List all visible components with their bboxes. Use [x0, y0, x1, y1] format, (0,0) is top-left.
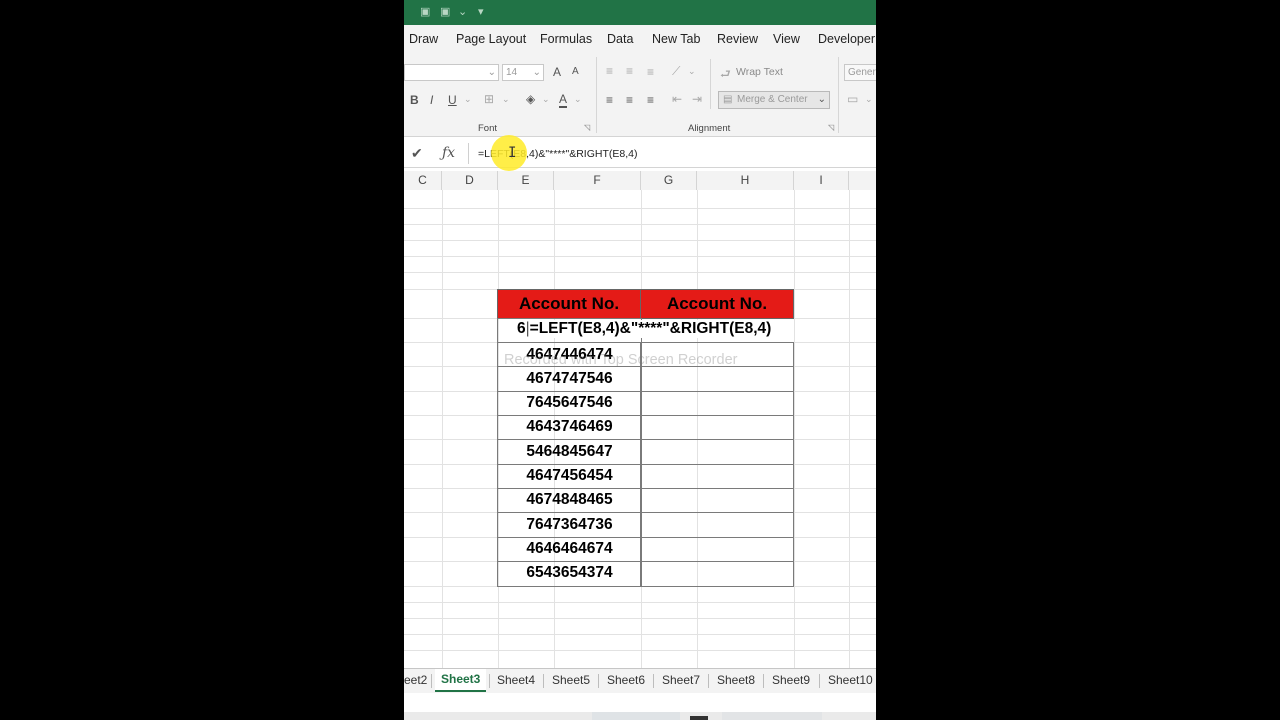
account-cell[interactable]: 7647364736	[498, 513, 641, 537]
number-format-select[interactable]: Genera	[844, 64, 876, 81]
sheet-tabs: eet2 Sheet3 Sheet4 Sheet5 Sheet6 Sheet7 …	[404, 668, 876, 694]
sheet-tab-sheet3[interactable]: Sheet3	[435, 669, 487, 692]
chevron-down-icon[interactable]: ⌄	[574, 94, 582, 105]
font-size-value: 14	[506, 67, 518, 78]
cell-grid[interactable]: Account No. Account No. 6|=LEFT(E8,4)&"*…	[404, 190, 876, 668]
align-right-icon[interactable]: ≡	[647, 93, 654, 107]
fill-color-icon[interactable]: ◈	[526, 92, 535, 106]
align-bottom-icon[interactable]: ≡	[647, 65, 654, 79]
currency-icon[interactable]: ▭	[847, 92, 858, 106]
header-cell-account-no-h[interactable]: Account No.	[640, 289, 794, 319]
align-top-icon[interactable]: ≡	[606, 64, 613, 78]
sheet-tab-sheet9[interactable]: Sheet9	[772, 673, 810, 687]
chevron-down-icon[interactable]: ⌄	[542, 94, 550, 105]
merge-center-button[interactable]: ▤ Merge & Center ⌄	[718, 91, 830, 109]
chevron-down-icon[interactable]: ⌄	[502, 94, 510, 105]
recorder-watermark: Recorded with Top Screen Recorder	[504, 352, 738, 368]
underline-button[interactable]: U	[448, 93, 457, 107]
chevron-down-icon[interactable]: ⌄	[688, 66, 696, 77]
wrap-text-button[interactable]: Wrap Text	[736, 66, 783, 78]
account-cell[interactable]: 4674848465	[498, 488, 641, 512]
taskbar-strip	[404, 712, 876, 720]
column-header-e[interactable]: E	[498, 171, 554, 190]
column-header-h[interactable]: H	[697, 171, 794, 190]
font-group-label: Font	[478, 123, 498, 134]
tab-review[interactable]: Review	[717, 32, 758, 46]
sheet-tab-sheet7[interactable]: Sheet7	[662, 673, 700, 687]
wrap-text-icon[interactable]: ⮐	[720, 65, 731, 86]
ribbon: ⌄ 14 ⌄ A A B I U ⌄ ⊞ ⌄ ◈ ⌄ A ⌄ Font ◹ ≡ ≡…	[404, 53, 876, 137]
tab-formulas[interactable]: Formulas	[540, 32, 592, 46]
column-header-g[interactable]: G	[641, 171, 697, 190]
tab-view[interactable]: View	[773, 32, 800, 46]
account-cell[interactable]: 5464845647	[498, 440, 641, 464]
account-cell[interactable]: 4646464674	[498, 537, 641, 561]
chevron-down-icon: ⌄	[817, 94, 826, 105]
account-cell[interactable]: 4674747546	[498, 367, 641, 391]
enter-check-icon[interactable]: ✔	[411, 145, 423, 162]
cell-edit-prefix: 6	[517, 320, 526, 337]
excel-window: ▣ ▣ ⌄ ▾ Draw Page Layout Formulas Data N…	[404, 0, 876, 720]
font-name-select[interactable]: ⌄	[404, 64, 499, 81]
align-center-icon[interactable]: ≡	[626, 93, 633, 107]
decrease-indent-icon[interactable]: ⇤	[672, 92, 682, 106]
sheet-tab-sheet2[interactable]: eet2	[404, 673, 427, 687]
chevron-down-icon[interactable]: ⌄	[865, 94, 873, 105]
column-header-i[interactable]: I	[794, 171, 849, 190]
align-middle-icon[interactable]: ≡	[626, 64, 633, 78]
account-cell[interactable]: 7645647546	[498, 391, 641, 415]
account-cell[interactable]: 4643746469	[498, 415, 641, 439]
borders-icon[interactable]: ⊞	[484, 92, 494, 106]
grow-font-icon[interactable]: A	[553, 65, 561, 79]
sheet-tab-sheet5[interactable]: Sheet5	[552, 673, 590, 687]
cell-edit-input[interactable]: 6|=LEFT(E8,4)&"****"&RIGHT(E8,4)	[517, 320, 772, 338]
italic-button[interactable]: I	[430, 93, 433, 107]
align-left-icon[interactable]: ≡	[606, 93, 613, 107]
customize-toolbar-icon[interactable]: ▾	[478, 5, 484, 18]
insert-function-icon[interactable]: ƒx	[442, 145, 455, 161]
group-divider	[596, 57, 597, 133]
column-header-f[interactable]: F	[554, 171, 641, 190]
tab-data[interactable]: Data	[607, 32, 633, 46]
merge-icon: ▤	[723, 94, 733, 105]
chevron-down-icon[interactable]: ⌄	[458, 5, 467, 18]
save-icon[interactable]: ▣	[420, 5, 430, 18]
formula-bar: ✔ ƒx =LEFT(E8,4)&"****"&RIGHT(E8,4)	[404, 140, 876, 168]
tab-developer[interactable]: Developer	[818, 32, 875, 46]
bold-button[interactable]: B	[410, 93, 419, 107]
sheet-tab-sheet6[interactable]: Sheet6	[607, 673, 645, 687]
text-cursor-icon: I	[508, 145, 517, 161]
cell-edit-formula: =LEFT(E8,4)&"****"&RIGHT(E8,4)	[529, 320, 772, 337]
sheet-tab-sheet10[interactable]: Sheet10	[828, 673, 873, 687]
column-header-d[interactable]: D	[442, 171, 498, 190]
divider	[710, 59, 711, 109]
title-bar: ▣ ▣ ⌄ ▾	[404, 0, 876, 25]
tab-new-tab[interactable]: New Tab	[652, 32, 700, 46]
dialog-launcher-icon[interactable]: ◹	[584, 123, 590, 132]
column-header-c[interactable]: C	[404, 171, 442, 190]
account-cell[interactable]: 6543654374	[498, 561, 641, 585]
tab-draw[interactable]: Draw	[409, 32, 438, 46]
ribbon-tabs: Draw Page Layout Formulas Data New Tab R…	[404, 25, 876, 53]
increase-indent-icon[interactable]: ⇥	[692, 92, 702, 106]
alignment-group-label: Alignment	[688, 123, 731, 134]
column-headers: C D E F G H I	[404, 171, 876, 191]
sheet-tab-sheet8[interactable]: Sheet8	[717, 673, 755, 687]
sheet-tab-sheet4[interactable]: Sheet4	[497, 673, 535, 687]
divider	[468, 143, 469, 164]
shrink-font-icon[interactable]: A	[572, 66, 579, 77]
group-divider	[838, 57, 839, 133]
dialog-launcher-icon[interactable]: ◹	[828, 123, 834, 132]
font-color-icon[interactable]: A	[559, 92, 568, 108]
header-cell-account-no-e[interactable]: Account No.	[497, 289, 641, 319]
orientation-icon[interactable]: ⟋	[672, 64, 680, 79]
quick-access-icon[interactable]: ▣	[440, 5, 450, 18]
account-cell[interactable]: 4647456454	[498, 464, 641, 488]
merge-center-label: Merge & Center	[737, 94, 808, 105]
font-size-select[interactable]: 14 ⌄	[502, 64, 544, 81]
number-format-value: Genera	[848, 67, 876, 78]
column-header-next[interactable]	[849, 171, 876, 190]
chevron-down-icon[interactable]: ⌄	[464, 94, 472, 105]
tab-page-layout[interactable]: Page Layout	[456, 32, 526, 46]
